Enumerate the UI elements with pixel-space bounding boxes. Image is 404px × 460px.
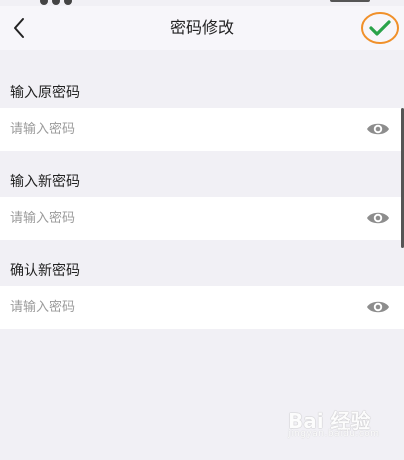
confirm-password-input[interactable] xyxy=(10,286,340,329)
page-title: 密码修改 xyxy=(169,18,234,37)
eye-icon[interactable] xyxy=(366,120,390,138)
new-password-input[interactable] xyxy=(10,197,340,240)
nav-bar: 密码修改 xyxy=(0,6,404,50)
old-password-label: 输入原密码 xyxy=(10,85,80,101)
eye-icon[interactable] xyxy=(366,298,390,316)
new-password-row xyxy=(0,197,404,240)
watermark-sub: jingyan.baidu.com xyxy=(288,429,380,439)
confirm-password-row xyxy=(0,286,404,329)
confirm-password-label: 确认新密码 xyxy=(10,263,80,279)
eye-icon[interactable] xyxy=(366,209,390,227)
checkmark-icon xyxy=(369,20,391,36)
old-password-input[interactable] xyxy=(10,108,340,151)
old-password-row xyxy=(0,108,404,151)
status-dot xyxy=(52,0,60,5)
highlight-circle xyxy=(361,12,399,44)
confirm-button[interactable] xyxy=(360,9,400,45)
status-dot xyxy=(40,0,48,5)
watermark: Bai 经验 jingyan.baidu.com xyxy=(288,405,379,439)
status-dot xyxy=(64,0,72,5)
status-indicator xyxy=(330,0,370,2)
new-password-label: 输入新密码 xyxy=(10,174,80,190)
